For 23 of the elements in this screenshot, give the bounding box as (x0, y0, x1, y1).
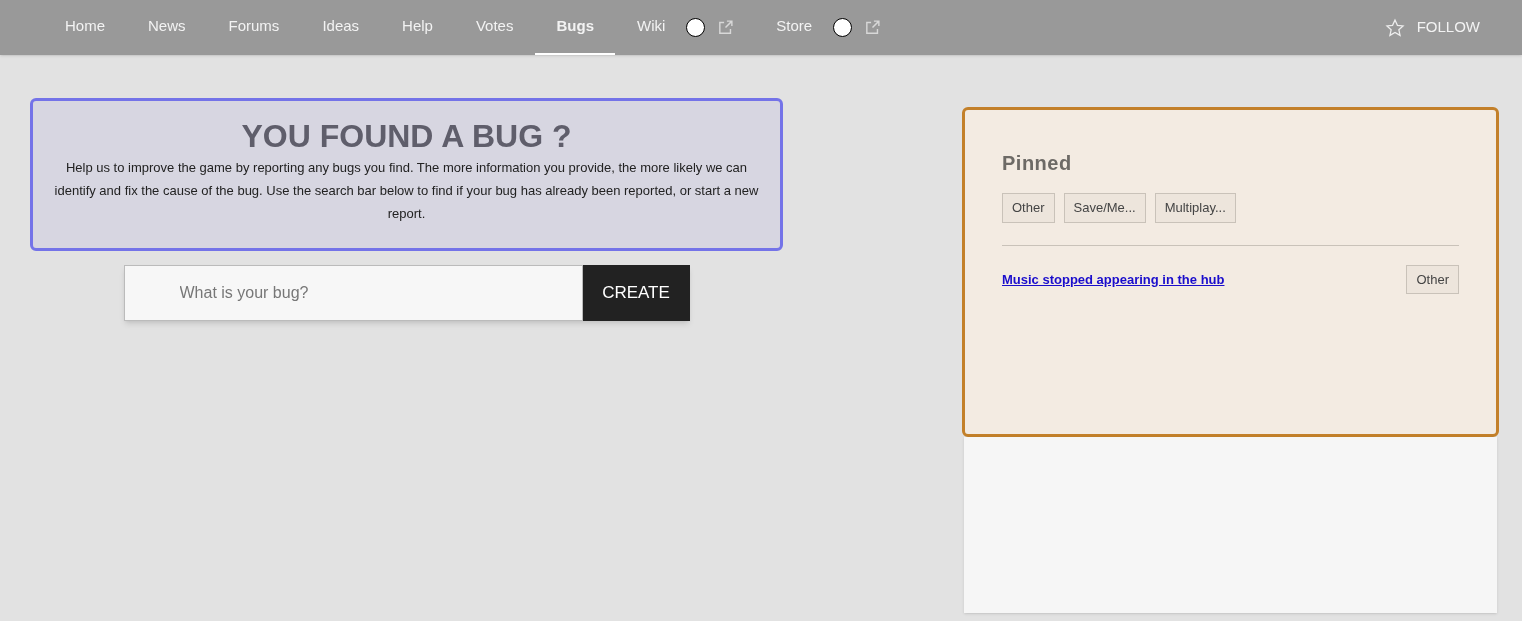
category-tag[interactable]: Multiplay... (1154, 193, 1236, 223)
nav-tab[interactable]: Home (44, 0, 126, 55)
search-field[interactable]: What is your bug? (123, 265, 583, 321)
nav-tab[interactable]: Wiki (615, 0, 687, 55)
category-tag[interactable]: Other (1406, 264, 1459, 294)
nav-tab[interactable]: Help (381, 0, 454, 55)
post-link[interactable]: Music stopped appearing in the hub (1002, 269, 1225, 289)
nav-tab[interactable]: Bugs (535, 0, 615, 55)
nav-tab[interactable]: Forums (207, 0, 301, 55)
nav-tab[interactable]: Ideas (301, 0, 381, 55)
category-tag[interactable]: Save/Me... (1063, 193, 1146, 223)
intro-title: YOU FOUND A BUG ? (241, 119, 572, 153)
follow-button[interactable]: FOLLOW (1384, 16, 1480, 39)
create-button[interactable]: CREATE (582, 265, 690, 321)
external-link-icon (717, 19, 735, 36)
intro-text: Help us to improve the game by reporting any bugs you find. The more information you provide, the more likely we can identify and fix the cause of the bug. Use the search bar below to find if your bug has already been reported, or start a new report. (53, 159, 760, 223)
nav-tab[interactable]: Store (755, 0, 834, 55)
external-link-icon (864, 19, 882, 36)
pinned-title: Pinned (1002, 151, 1073, 176)
category-tag[interactable]: Other (1002, 193, 1055, 223)
star-icon (1384, 17, 1405, 38)
nav-tab[interactable]: News (127, 0, 207, 55)
nav-tab[interactable]: Votes (454, 0, 535, 55)
